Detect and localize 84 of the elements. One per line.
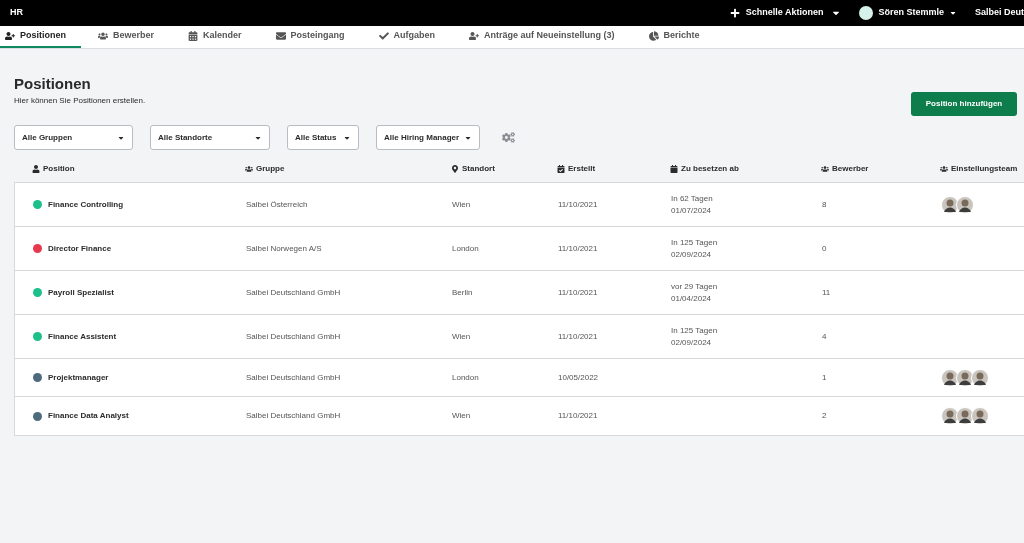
table-cell-text: 11/10/2021 bbox=[558, 242, 599, 255]
table-cell-text: 10/05/2022 bbox=[558, 371, 600, 384]
table-cell-text: Berlin bbox=[452, 286, 474, 299]
users-icon bbox=[245, 165, 253, 173]
filter-dropdown[interactable]: Alle Hiring Manager bbox=[376, 125, 480, 150]
table-cell-text: 11/10/2021 bbox=[558, 198, 599, 211]
users-icon bbox=[98, 31, 108, 41]
relative-date: In 125 Tagen bbox=[671, 236, 719, 249]
tab[interactable]: Positionen bbox=[0, 26, 81, 48]
table-cell-text: Salbei Österreich bbox=[246, 198, 309, 211]
table-cell-text: Salbei Deutschland GmbH bbox=[246, 410, 342, 422]
table-cell-text: London bbox=[452, 371, 480, 384]
table-cell-text: 0 bbox=[822, 242, 828, 255]
pie-chart-icon bbox=[648, 31, 659, 41]
position-link[interactable]: Payroll Spezialist bbox=[48, 286, 114, 299]
column-header: Gruppe bbox=[245, 163, 451, 175]
table-cell-text: Wien bbox=[452, 198, 472, 211]
calendar-icon bbox=[188, 31, 199, 41]
column-header: Bewerber bbox=[821, 163, 940, 175]
user-menu[interactable]: Sören Stemmle bbox=[859, 6, 957, 20]
filter-dropdown[interactable]: Alle Standorte bbox=[150, 125, 270, 150]
table-cell-text: 01/04/2024 bbox=[671, 292, 713, 305]
relative-date: In 125 Tagen bbox=[671, 324, 719, 337]
tab[interactable]: Aufgaben bbox=[361, 26, 453, 48]
tab[interactable]: Posteingang bbox=[258, 26, 362, 48]
page-title: Positionen bbox=[14, 75, 92, 93]
avatar bbox=[971, 368, 989, 387]
column-header: Standort bbox=[451, 163, 557, 175]
column-header: Position bbox=[32, 163, 245, 175]
tab[interactable]: Bewerber bbox=[81, 26, 172, 48]
relative-date: In 62 Tagen bbox=[671, 192, 714, 205]
tab[interactable]: Kalender bbox=[171, 26, 259, 48]
table-cell-text: Wien bbox=[452, 330, 472, 343]
position-link[interactable]: Director Finance bbox=[48, 242, 112, 255]
table-cell-text: Salbei Deutschland GmbH bbox=[246, 371, 342, 384]
tab[interactable]: Berichte bbox=[631, 26, 717, 48]
table-cell-text: 11/10/2021 bbox=[558, 286, 599, 299]
table-cell-text: 1 bbox=[822, 371, 828, 384]
page-subtitle: Hier können Sie Positionen erstellen. bbox=[14, 95, 146, 107]
check-icon bbox=[378, 31, 389, 41]
column-header: Einstellungsteam bbox=[940, 163, 1024, 175]
table-cell-text: Wien bbox=[452, 410, 472, 422]
table-cell-text: 02/09/2024 bbox=[671, 336, 713, 349]
table-cell-text: 11/10/2021 bbox=[558, 410, 599, 422]
calendar-check-icon bbox=[557, 165, 565, 173]
user-plus-icon bbox=[469, 31, 480, 41]
table-cell-text: 4 bbox=[822, 330, 828, 343]
settings-icon[interactable] bbox=[502, 131, 515, 144]
position-link[interactable]: Finance Data Analyst bbox=[48, 410, 129, 422]
table-cell-text: London bbox=[452, 242, 480, 255]
table-cell-text: 2 bbox=[822, 410, 828, 422]
avatar bbox=[971, 407, 989, 425]
quick-actions-menu[interactable]: Schnelle Aktionen bbox=[729, 6, 842, 20]
users-icon bbox=[940, 165, 948, 173]
caret-icon bbox=[949, 9, 957, 17]
filter-dropdown[interactable]: Alle Gruppen bbox=[14, 125, 133, 150]
column-header: Erstellt bbox=[557, 163, 670, 175]
plus-icon bbox=[729, 8, 740, 18]
position-link[interactable]: Finance Assistent bbox=[48, 330, 117, 343]
table-cell-text: Salbei Deutschland GmbH bbox=[246, 330, 342, 343]
users-icon bbox=[821, 165, 829, 173]
user-plus-icon bbox=[5, 31, 15, 41]
table-cell-text: 11 bbox=[822, 286, 832, 299]
avatar bbox=[956, 195, 974, 214]
map-pin-icon bbox=[451, 165, 459, 173]
avatar bbox=[859, 6, 874, 20]
user-icon bbox=[32, 165, 40, 173]
table-cell-text: Salbei Deutschland GmbH bbox=[246, 286, 342, 299]
table-cell-text: 02/09/2024 bbox=[671, 248, 713, 261]
table-cell-text: 01/07/2024 bbox=[671, 204, 713, 217]
calendar-icon bbox=[670, 165, 678, 173]
table-cell-text: 8 bbox=[822, 198, 828, 211]
column-header: Zu besetzen ab bbox=[670, 163, 821, 175]
table-cell-text: 11/10/2021 bbox=[558, 330, 599, 343]
relative-date: vor 29 Tagen bbox=[671, 280, 719, 293]
add-position-button[interactable]: Position hinzufügen bbox=[911, 92, 1017, 116]
position-link[interactable]: Projektmanager bbox=[48, 371, 109, 384]
app-title: HR bbox=[10, 6, 23, 20]
tab[interactable]: Anträge auf Neueinstellung (3) bbox=[452, 26, 632, 48]
table-cell-text: Salbei Norwegen A/S bbox=[246, 242, 323, 255]
filter-dropdown[interactable]: Alle Status bbox=[287, 125, 359, 150]
company-name[interactable]: Salbei Deut bbox=[975, 6, 1024, 20]
position-link[interactable]: Finance Controlling bbox=[48, 198, 124, 211]
envelope-icon bbox=[275, 31, 286, 41]
